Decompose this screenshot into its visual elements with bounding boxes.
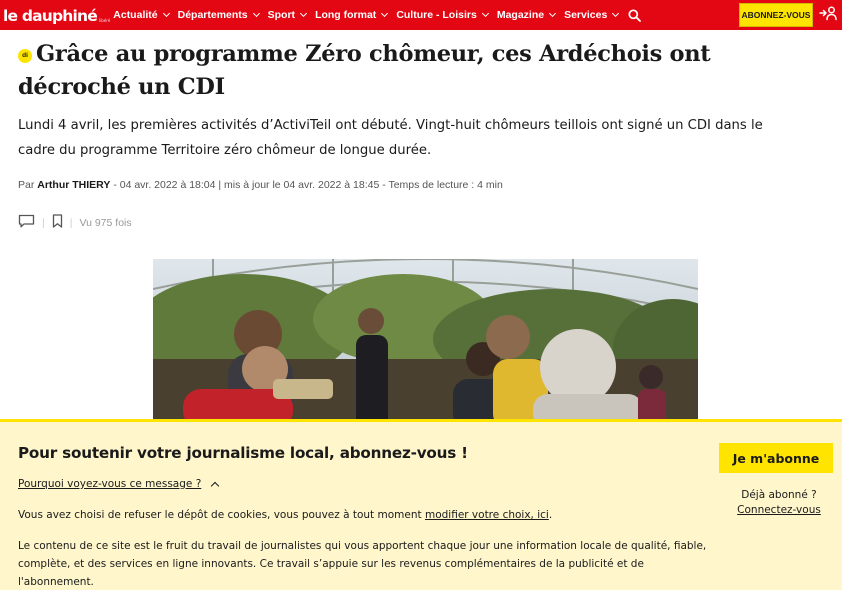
site-logo[interactable]: le dauphiné libéré bbox=[3, 0, 110, 30]
nav-item-label: Actualité bbox=[113, 9, 158, 21]
already-subscribed-label: Déjà abonné ? bbox=[741, 489, 817, 501]
byline-author[interactable]: Arthur THIERY bbox=[37, 179, 110, 191]
why-message-toggle[interactable]: Pourquoi voyez-vous ce message ? bbox=[18, 478, 220, 490]
article-actions: | | Vu 975 fois bbox=[18, 214, 132, 231]
chevron-down-icon bbox=[162, 9, 170, 18]
separator: | bbox=[69, 216, 73, 229]
login-icon[interactable] bbox=[819, 5, 837, 21]
article: di Grâce au programme Zéro chômeur, ces A… bbox=[18, 38, 828, 229]
nav-item-label: Magazine bbox=[496, 9, 545, 21]
why-message-label: Pourquoi voyez-vous ce message ? bbox=[18, 478, 202, 490]
chevron-up-icon bbox=[211, 481, 220, 490]
main-menu: Actualité Départements Sport Long format… bbox=[113, 0, 641, 30]
article-photo bbox=[153, 259, 698, 429]
nav-item-label: Sport bbox=[267, 9, 296, 21]
chevron-down-icon bbox=[481, 9, 489, 18]
modify-cookie-choice-link[interactable]: modifier votre choix, ici bbox=[425, 509, 549, 521]
article-byline: Par Arthur THIERY - 04 avr. 2022 à 18:04… bbox=[18, 179, 503, 191]
paywall-content-text: Le contenu de ce site est le fruit du tr… bbox=[18, 540, 707, 588]
login-link[interactable]: Connectez-vous bbox=[722, 503, 836, 518]
cookie-notice: Vous avez choisi de refuser le dépôt de … bbox=[18, 509, 552, 521]
view-count: Vu 975 fois bbox=[79, 216, 132, 229]
nav-item-actualite[interactable]: Actualité bbox=[113, 0, 170, 30]
nav-item-culture-loisirs[interactable]: Culture - Loisirs bbox=[396, 0, 489, 30]
already-subscribed: Déjà abonné ? Connectez-vous bbox=[722, 488, 836, 518]
header-subscribe-button[interactable]: ABONNEZ-VOUS bbox=[739, 3, 813, 27]
separator: | bbox=[42, 216, 45, 229]
chevron-down-icon bbox=[300, 9, 308, 18]
nav-item-label: Long format bbox=[315, 9, 377, 21]
cookie-notice-end: . bbox=[548, 509, 553, 521]
nav-item-services[interactable]: Services bbox=[564, 0, 620, 30]
nav-item-sport[interactable]: Sport bbox=[267, 0, 308, 30]
di-badge: di bbox=[18, 48, 32, 63]
paywall-title: Pour soutenir votre journalisme local, a… bbox=[18, 444, 468, 462]
nav-item-label: Départements bbox=[177, 9, 248, 21]
search-icon[interactable] bbox=[627, 8, 641, 22]
subscribe-button[interactable]: Je m'abonne bbox=[719, 443, 833, 473]
nav-item-label: Culture - Loisirs bbox=[396, 9, 477, 21]
nav-item-magazine[interactable]: Magazine bbox=[496, 0, 557, 30]
comment-icon[interactable] bbox=[18, 214, 35, 231]
byline-meta: - 04 avr. 2022 à 18:04 | mis à jour le 0… bbox=[113, 179, 503, 191]
byline-prefix: Par bbox=[18, 179, 35, 191]
chevron-down-icon bbox=[612, 9, 620, 18]
logo-subtitle: libéré bbox=[99, 18, 111, 23]
chevron-down-icon bbox=[252, 9, 260, 18]
chevron-down-icon bbox=[549, 9, 557, 18]
paywall-banner: Pour soutenir votre journalisme local, a… bbox=[0, 419, 842, 590]
article-title-text: Grâce au programme Zéro chômeur, ces Ard… bbox=[18, 41, 711, 100]
cookie-notice-text: Vous avez choisi de refuser le dépôt de … bbox=[18, 509, 425, 521]
nav-item-departements[interactable]: Départements bbox=[177, 0, 260, 30]
article-lead: Lundi 4 avril, les premières activités d… bbox=[18, 118, 763, 158]
top-navigation-bar: le dauphiné libéré Actualité Département… bbox=[0, 0, 842, 30]
article-title: di Grâce au programme Zéro chômeur, ces A… bbox=[18, 38, 828, 104]
nav-item-long-format[interactable]: Long format bbox=[315, 0, 389, 30]
chevron-down-icon bbox=[381, 9, 389, 18]
nav-item-label: Services bbox=[564, 9, 608, 21]
bookmark-icon[interactable] bbox=[52, 214, 63, 231]
logo-text: le dauphiné bbox=[3, 6, 98, 25]
